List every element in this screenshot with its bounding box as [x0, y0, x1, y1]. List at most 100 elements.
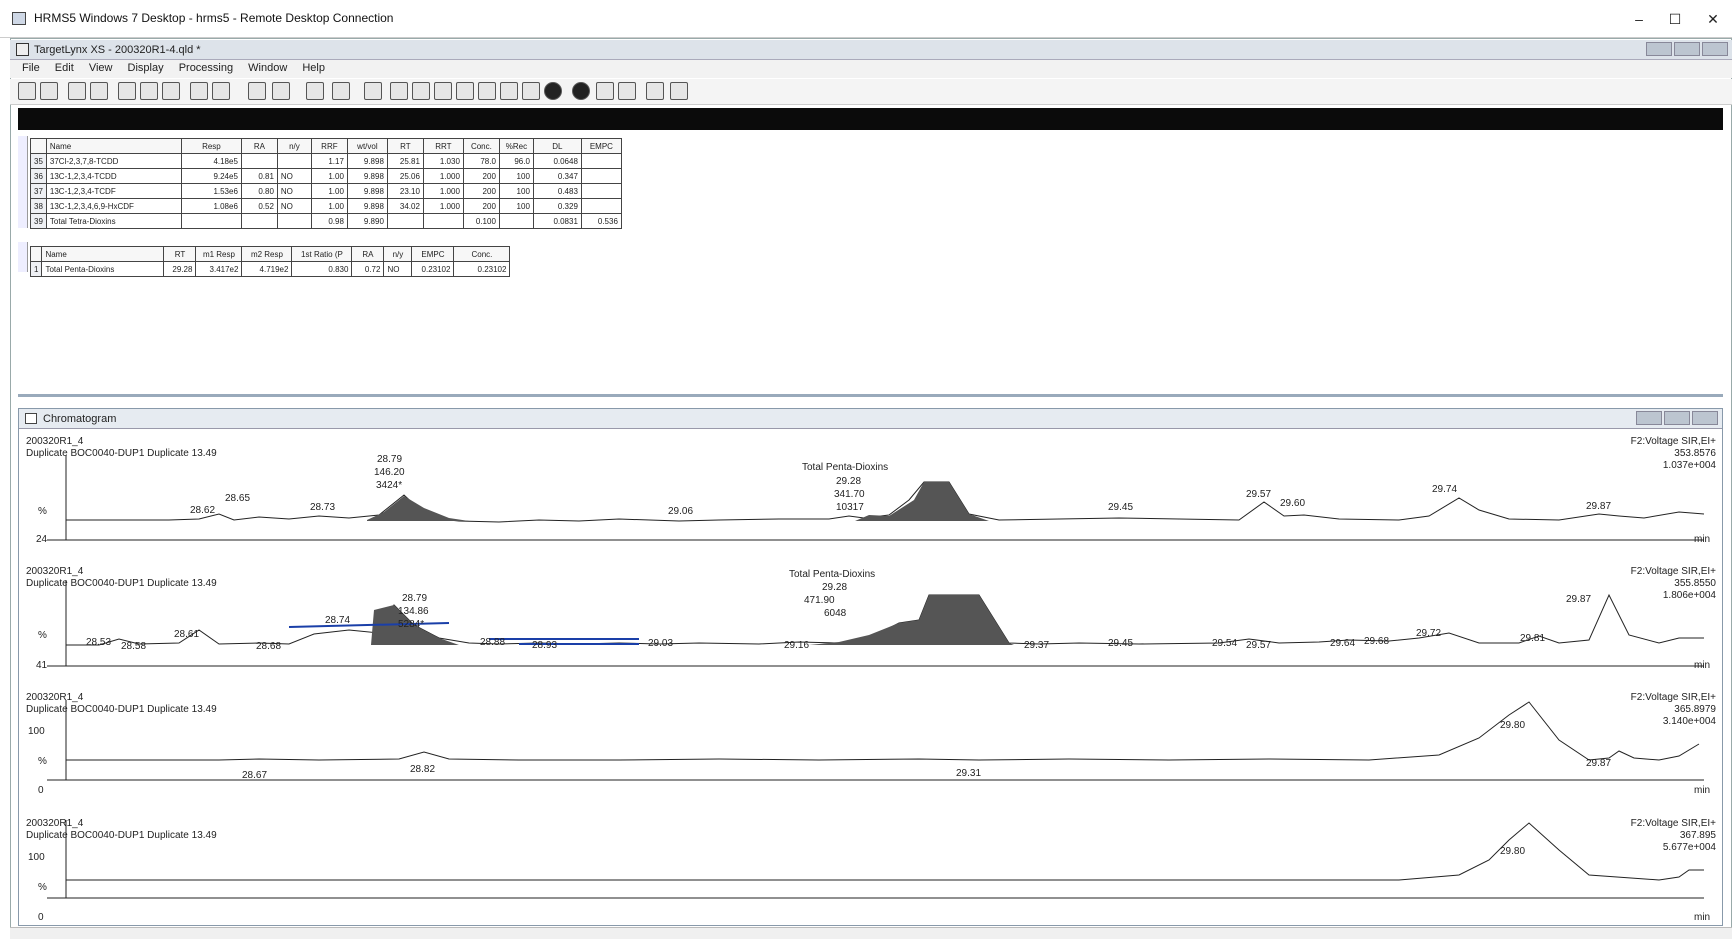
menu-processing[interactable]: Processing — [179, 62, 233, 74]
cell: 23.10 — [386, 183, 424, 199]
col-rt[interactable]: RT — [163, 246, 197, 262]
col-name[interactable]: Name — [45, 138, 182, 154]
horizontal-split-icon[interactable] — [596, 82, 614, 100]
col-ra[interactable]: RA — [351, 246, 385, 262]
spectrum-icon[interactable] — [434, 82, 452, 100]
menu-display[interactable]: Display — [128, 62, 164, 74]
cell: 0.347 — [532, 168, 582, 184]
cell — [580, 198, 622, 214]
col-rec[interactable]: %Rec — [498, 138, 534, 154]
left-bracket-icon[interactable] — [306, 82, 324, 100]
col-resp[interactable]: Resp — [180, 138, 242, 154]
col-name[interactable]: Name — [41, 246, 165, 262]
col-rrf[interactable]: RRF — [310, 138, 348, 154]
chromatogram-icon — [25, 413, 37, 424]
table-row[interactable]: 1 Total Penta-Dioxins 29.28 3.417e2 4.71… — [29, 261, 511, 277]
col-rrt[interactable]: RRT — [422, 138, 464, 154]
table1-side-handle[interactable] — [18, 136, 28, 228]
col-rt[interactable]: RT — [386, 138, 424, 154]
chrom-close-button[interactable] — [1692, 411, 1718, 425]
peak-label: 28.74 — [325, 615, 351, 626]
menu-file[interactable]: File — [22, 62, 40, 74]
window-icon[interactable] — [118, 82, 136, 100]
right-bracket-icon[interactable] — [332, 82, 350, 100]
zoom-fit-icon[interactable] — [364, 82, 382, 100]
table-row[interactable]: 39 Total Tetra-Dioxins 0.98 9.890 0.100 … — [30, 213, 622, 229]
cell: 9.898 — [346, 153, 388, 169]
col-ny[interactable]: n/y — [383, 246, 413, 262]
save-icon[interactable] — [40, 82, 58, 100]
menu-view[interactable]: View — [89, 62, 113, 74]
help-icon[interactable] — [670, 82, 688, 100]
open-icon[interactable] — [18, 82, 36, 100]
col-conc[interactable]: Conc. — [453, 246, 511, 262]
cell — [180, 213, 242, 229]
peak-label: 29.45 — [1108, 502, 1134, 513]
col-ratio[interactable]: 1st Ratio (P — [291, 246, 353, 262]
peak-label: 29.74 — [1432, 484, 1458, 495]
minimize-button[interactable]: – — [1626, 8, 1652, 30]
integrate-icon[interactable] — [248, 82, 266, 100]
compound-table: Name Resp RA n/y RRF wt/vol RT RRT Conc.… — [30, 138, 622, 229]
previous-icon[interactable] — [190, 82, 208, 100]
peak-label: 29.87 — [1586, 501, 1612, 512]
layout-columns-icon[interactable] — [522, 82, 540, 100]
print-icon[interactable] — [646, 82, 664, 100]
col-m2-resp[interactable]: m2 Resp — [241, 246, 293, 262]
close-button[interactable]: ✕ — [1700, 8, 1726, 30]
menu-window[interactable]: Window — [248, 62, 287, 74]
col-m1-resp[interactable]: m1 Resp — [195, 246, 243, 262]
cell — [240, 213, 278, 229]
trace-4[interactable] — [47, 820, 1704, 899]
col-conc[interactable]: Conc. — [462, 138, 500, 154]
peak-label: 28.79 — [402, 593, 428, 604]
chromatogram-icon[interactable] — [412, 82, 430, 100]
col-empc[interactable]: EMPC — [580, 138, 622, 154]
col-empc[interactable]: EMPC — [411, 246, 455, 262]
monitor-icon[interactable] — [140, 82, 158, 100]
cell: 100 — [498, 168, 534, 184]
cell: NO — [383, 261, 413, 277]
chromatogram-traces[interactable] — [19, 430, 1722, 926]
table-row[interactable]: 35 37Cl-2,3,7,8-TCDD 4.18e5 1.17 9.898 2… — [30, 153, 622, 169]
table2-side-handle[interactable] — [18, 242, 28, 272]
col-dl[interactable]: DL — [532, 138, 582, 154]
trace-3[interactable] — [47, 700, 1704, 781]
col-ny[interactable]: n/y — [276, 138, 312, 154]
menu-edit[interactable]: Edit — [55, 62, 74, 74]
menu-help[interactable]: Help — [302, 62, 325, 74]
table-row[interactable]: 37 13C-1,2,3,4-TCDF 1.53e6 0.80 NO 1.00 … — [30, 183, 622, 199]
cell: 0.98 — [310, 213, 348, 229]
integrate-all-icon[interactable] — [272, 82, 290, 100]
trace-2-annotation-1 — [288, 622, 450, 628]
horizontal-scrollbar[interactable] — [10, 927, 1732, 939]
trace-3-func: F2:Voltage SIR,EI+ — [1630, 692, 1716, 703]
vertical-split-icon[interactable] — [618, 82, 636, 100]
trace-1-ylabel: % — [38, 506, 47, 517]
record-icon[interactable] — [544, 82, 562, 100]
table-row[interactable]: 36 13C-1,2,3,4-TCDD 9.24e5 0.81 NO 1.00 … — [30, 168, 622, 184]
app-close-button[interactable] — [1702, 42, 1728, 56]
layout-single-icon[interactable] — [478, 82, 496, 100]
app-minimize-button[interactable] — [1646, 42, 1672, 56]
cell: NO — [276, 168, 312, 184]
chrom-minimize-button[interactable] — [1636, 411, 1662, 425]
chrom-restore-button[interactable] — [1664, 411, 1690, 425]
trace-4-ylabel: % — [38, 882, 47, 893]
trace-2[interactable] — [47, 580, 1704, 667]
flask-icon[interactable] — [572, 82, 590, 100]
table-row[interactable]: 38 13C-1,2,3,4,6,9-HxCDF 1.08e6 0.52 NO … — [30, 198, 622, 214]
next-icon[interactable] — [212, 82, 230, 100]
layout-split-icon[interactable] — [500, 82, 518, 100]
chart-icon[interactable] — [390, 82, 408, 100]
maximize-button[interactable]: ☐ — [1662, 8, 1688, 30]
peak-label: 29.72 — [1416, 628, 1442, 639]
monitor-down-icon[interactable] — [162, 82, 180, 100]
app-restore-button[interactable] — [1674, 42, 1700, 56]
edit-method-icon[interactable] — [68, 82, 86, 100]
stack-icon[interactable] — [456, 82, 474, 100]
col-wtvol[interactable]: wt/vol — [346, 138, 388, 154]
col-ra[interactable]: RA — [240, 138, 278, 154]
sample-list-icon[interactable] — [90, 82, 108, 100]
peak-label: 341.70 — [834, 489, 865, 500]
